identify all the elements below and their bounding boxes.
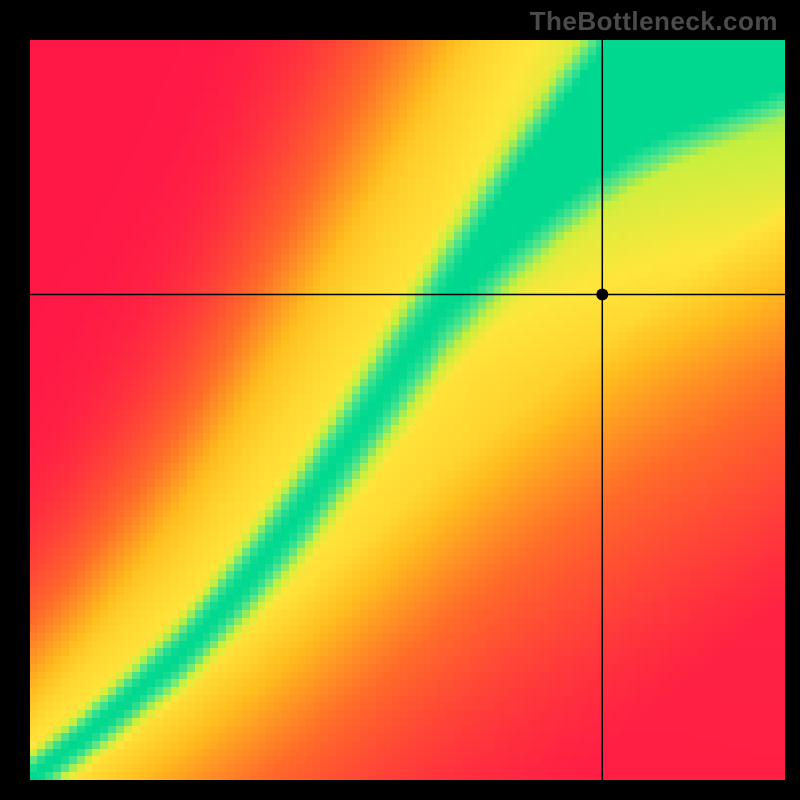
watermark-text: TheBottleneck.com — [530, 6, 778, 37]
chart-frame: TheBottleneck.com — [0, 0, 800, 800]
bottleneck-heatmap — [30, 40, 785, 780]
